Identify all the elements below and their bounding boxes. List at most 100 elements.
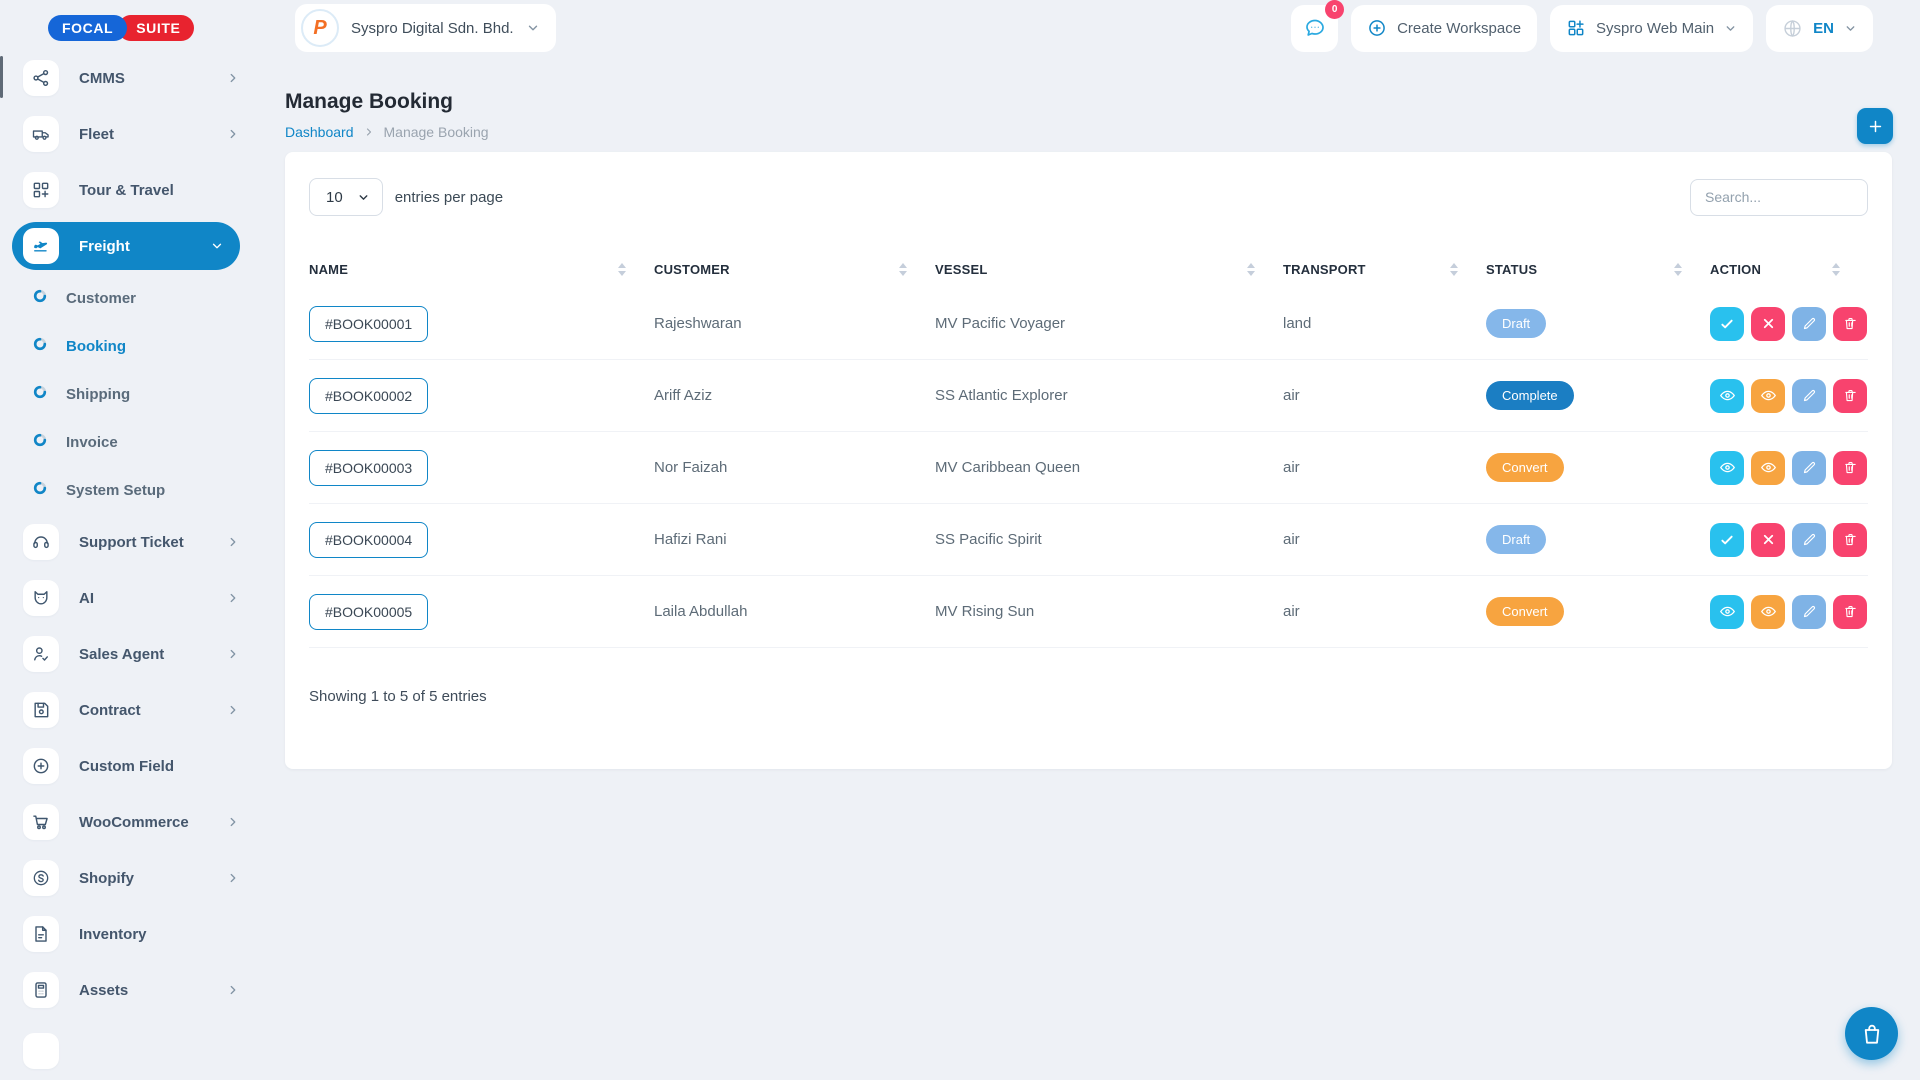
submenu-dot-icon (33, 481, 47, 500)
booking-id-chip[interactable]: #BOOK00002 (309, 378, 428, 414)
sort-icon[interactable] (618, 263, 626, 276)
workspace-logo-icon: P (301, 9, 339, 47)
booking-id-chip[interactable]: #BOOK00004 (309, 522, 428, 558)
booking-id-chip[interactable]: #BOOK00003 (309, 450, 428, 486)
table-header-row: NAME CUSTOMERVESSEL TRANSPORTSTATUSACTION (309, 250, 1868, 288)
sort-icon[interactable] (1674, 263, 1682, 276)
search-input[interactable] (1690, 179, 1868, 216)
sidebar-item-cmms[interactable]: CMMS (0, 56, 256, 106)
sidebar-item-ai[interactable]: AI (0, 570, 256, 626)
breadcrumb: Dashboard Manage Booking (285, 124, 1892, 140)
edit-button[interactable] (1792, 379, 1826, 413)
transport-cell: air (1283, 603, 1486, 620)
sidebar-item-shopify[interactable]: Shopify (0, 850, 256, 906)
column-header-transport[interactable]: TRANSPORT (1283, 262, 1486, 277)
sidebar-subitem-customer[interactable]: Customer (0, 274, 256, 322)
reject-button[interactable] (1751, 307, 1785, 341)
sidebar-item-fleet[interactable]: Fleet (0, 106, 256, 162)
floating-cart-button[interactable] (1845, 1007, 1898, 1060)
workspace-menu-button[interactable]: Syspro Web Main (1550, 5, 1753, 52)
create-workspace-button[interactable]: Create Workspace (1351, 5, 1537, 52)
delete-button[interactable] (1833, 307, 1867, 341)
delete-button[interactable] (1833, 451, 1867, 485)
sidebar-item-freight[interactable]: Freight (12, 222, 240, 270)
column-header-customer[interactable]: CUSTOMER (654, 262, 935, 277)
sidebar-item-assets[interactable]: Assets (0, 962, 256, 1018)
sort-icon[interactable] (1832, 263, 1840, 276)
edit-button[interactable] (1792, 523, 1826, 557)
sidebar-subitem-booking[interactable]: Booking (0, 322, 256, 370)
customer-cell: Ariff Aziz (654, 387, 935, 404)
sidebar-item-tour-travel[interactable]: Tour & Travel (0, 162, 256, 218)
globe-icon (1782, 18, 1803, 39)
transport-cell: air (1283, 459, 1486, 476)
sidebar-item-inventory[interactable]: Inventory (0, 906, 256, 962)
workspace-menu-label: Syspro Web Main (1596, 20, 1714, 37)
approve-button[interactable] (1710, 523, 1744, 557)
sort-icon[interactable] (1450, 263, 1458, 276)
main-content: Manage Booking Dashboard Manage Booking … (256, 56, 1920, 1080)
chat-count-badge: 0 (1325, 0, 1344, 19)
status-badge: Convert (1486, 453, 1564, 482)
add-booking-button[interactable] (1857, 108, 1893, 144)
breadcrumb-dashboard-link[interactable]: Dashboard (285, 124, 354, 140)
preview-button[interactable] (1751, 595, 1785, 629)
chevron-right-icon (226, 71, 240, 85)
booking-table: NAMECUSTOMERVESSELTRANSPORTSTATUSACTION … (309, 250, 1868, 648)
sidebar-item-custom-field[interactable]: Custom Field (0, 738, 256, 794)
transport-cell: land (1283, 315, 1486, 332)
sidebar-item-support-ticket[interactable]: Support Ticket (0, 514, 256, 570)
chevron-right-icon (226, 703, 240, 717)
edit-button[interactable] (1792, 307, 1826, 341)
column-header-action[interactable]: ACTION (1710, 262, 1868, 277)
entries-per-page-select[interactable]: 10 (309, 178, 383, 216)
booking-table-card: 10 entries per page NAMECUSTOMERVESSELTR… (285, 152, 1892, 769)
create-workspace-label: Create Workspace (1397, 20, 1521, 37)
view-button[interactable] (1710, 451, 1744, 485)
document-icon (23, 916, 59, 952)
language-selector[interactable]: EN (1766, 5, 1873, 52)
sidebar-subitem-label: Customer (66, 290, 136, 307)
sidebar-subitem-shipping[interactable]: Shipping (0, 370, 256, 418)
view-button[interactable] (1710, 379, 1744, 413)
preview-button[interactable] (1751, 451, 1785, 485)
column-header-name[interactable]: NAME (309, 262, 654, 277)
booking-id-chip[interactable]: #BOOK00001 (309, 306, 428, 342)
edit-button[interactable] (1792, 451, 1826, 485)
sidebar-item-label: Custom Field (79, 758, 240, 775)
sidebar-item-partial[interactable] (0, 1018, 256, 1074)
delete-button[interactable] (1833, 523, 1867, 557)
sidebar-scrollbar[interactable] (0, 56, 3, 98)
sidebar-item-label: Tour & Travel (79, 182, 240, 199)
approve-button[interactable] (1710, 307, 1744, 341)
booking-id-chip[interactable]: #BOOK00005 (309, 594, 428, 630)
chevron-right-icon (226, 127, 240, 141)
sidebar-item-label: CMMS (79, 70, 226, 87)
chevron-down-icon (1724, 22, 1737, 35)
sidebar-item-contract[interactable]: Contract (0, 682, 256, 738)
sidebar-subitem-system-setup[interactable]: System Setup (0, 466, 256, 514)
delete-button[interactable] (1833, 595, 1867, 629)
column-header-label: VESSEL (935, 262, 988, 277)
table-row: #BOOK00005Laila AbdullahMV Rising Sunair… (309, 576, 1868, 648)
edit-button[interactable] (1792, 595, 1826, 629)
sort-icon[interactable] (1247, 263, 1255, 276)
ai-fox-icon (23, 580, 59, 616)
sidebar-subitem-label: Booking (66, 338, 126, 355)
column-header-status[interactable]: STATUS (1486, 262, 1710, 277)
reject-button[interactable] (1751, 523, 1785, 557)
preview-button[interactable] (1751, 379, 1785, 413)
sidebar-item-woocommerce[interactable]: WooCommerce (0, 794, 256, 850)
status-badge: Convert (1486, 597, 1564, 626)
sidebar-item-sales-agent[interactable]: Sales Agent (0, 626, 256, 682)
column-header-label: NAME (309, 262, 348, 277)
sort-icon[interactable] (899, 263, 907, 276)
sidebar-subitem-label: Shipping (66, 386, 130, 403)
delete-button[interactable] (1833, 379, 1867, 413)
sidebar-subitem-label: System Setup (66, 482, 165, 499)
view-button[interactable] (1710, 595, 1744, 629)
sidebar-subitem-invoice[interactable]: Invoice (0, 418, 256, 466)
chat-button[interactable]: 0 (1291, 5, 1338, 52)
column-header-vessel[interactable]: VESSEL (935, 262, 1283, 277)
workspace-selector[interactable]: P Syspro Digital Sdn. Bhd. (295, 4, 556, 52)
